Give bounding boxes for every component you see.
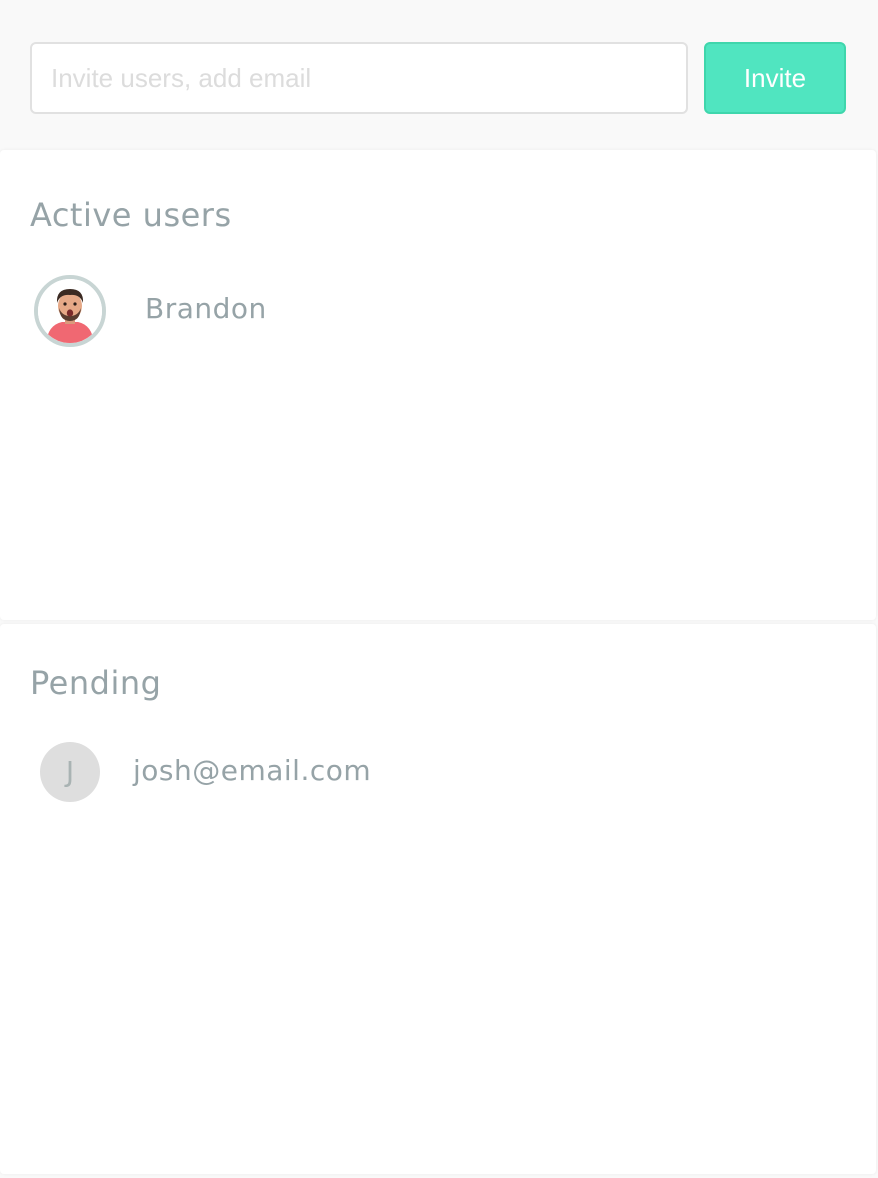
person-photo-icon (38, 279, 102, 343)
pending-title: Pending (30, 664, 162, 702)
active-user-name: Brandon (145, 292, 267, 325)
pending-panel: Pending J josh@email.com (0, 624, 876, 1174)
invite-button[interactable]: Invite (704, 42, 846, 114)
initial-avatar: J (40, 742, 100, 802)
pending-user-row[interactable]: J josh@email.com (0, 738, 876, 818)
active-users-panel: Active users Brandon (0, 150, 876, 620)
pending-user-email: josh@email.com (133, 754, 372, 787)
invite-email-input[interactable] (30, 42, 688, 114)
user-photo-avatar[interactable] (34, 275, 106, 347)
invite-bar: Invite (0, 0, 878, 150)
active-users-title: Active users (30, 196, 232, 234)
active-user-row[interactable]: Brandon (0, 272, 876, 352)
